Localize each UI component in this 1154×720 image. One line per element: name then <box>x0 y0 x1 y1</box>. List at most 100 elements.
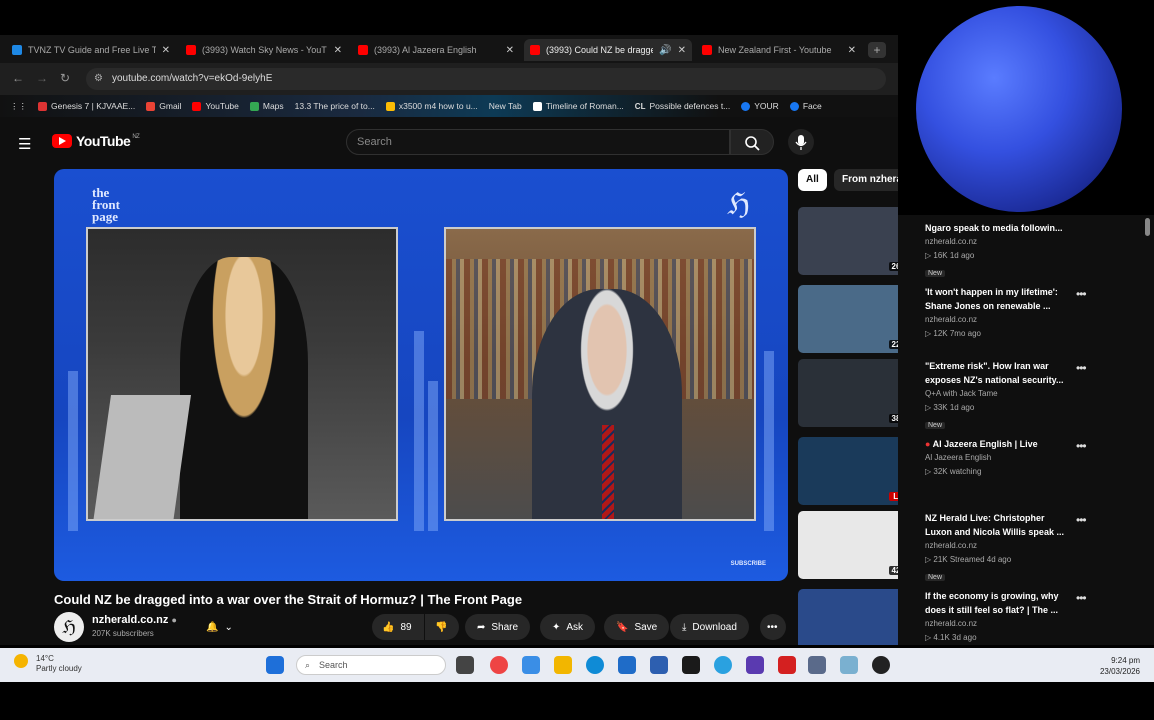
edge-icon[interactable] <box>586 656 604 674</box>
address-bar-row: ← → ↻ ⚙ youtube.com/watch?v=ekOd-9elyhE <box>0 63 898 95</box>
tab-tvnz[interactable]: TVNZ TV Guide and Free Live T ✕ <box>6 39 176 61</box>
app-icon[interactable] <box>872 656 890 674</box>
bookmark-item[interactable]: YOUR <box>741 101 779 111</box>
clock-date: 23/03/2026 <box>1099 667 1140 676</box>
chip-all[interactable]: All <box>798 169 827 191</box>
bookmark-item[interactable]: Maps <box>249 101 284 111</box>
share-button[interactable]: ➦ Share <box>465 614 531 640</box>
close-icon[interactable]: ✕ <box>506 45 514 56</box>
save-button[interactable]: 🔖 Save <box>604 614 670 640</box>
channel-avatar[interactable]: ℌ <box>54 612 84 642</box>
download-button[interactable]: ⤓ Download <box>670 614 749 640</box>
like-button[interactable]: 👍 89 <box>372 614 424 640</box>
voice-search-button[interactable] <box>788 129 814 155</box>
video-thumbnail[interactable] <box>798 589 898 645</box>
dislike-button[interactable]: 👎 <box>425 614 459 640</box>
channel-name-text: nzherald.co.nz <box>92 614 169 626</box>
ask-button[interactable]: ✦ Ask <box>540 614 596 640</box>
clock-time: 9:24 pm <box>1111 656 1140 665</box>
scrollbar[interactable] <box>1145 218 1150 236</box>
video-player[interactable]: the front page ℌ SUBSCRIBE <box>54 169 788 581</box>
mail-icon[interactable] <box>618 656 636 674</box>
related-item[interactable]: ● Al Jazeera English | Live Al Jazeera E… <box>925 437 1105 478</box>
store-icon[interactable] <box>650 656 668 674</box>
bookmarks-bar: ⋮⋮ Genesis 7 | KJVAAE... Gmail YouTube M… <box>0 95 898 117</box>
bookmark-item[interactable]: Timeline of Roman... <box>532 101 624 111</box>
related-channel[interactable]: nzherald.co.nz <box>925 313 1105 327</box>
screen: TVNZ TV Guide and Free Live T ✕ (3993) Wa… <box>0 0 1154 720</box>
bookmark-item[interactable]: Face <box>789 101 822 111</box>
video-thumbnail[interactable]: 22:58 <box>798 285 898 353</box>
windows-start-icon[interactable] <box>266 656 284 674</box>
tab-current-video[interactable]: (3993) Could NZ be dragge 🔊 ✕ <box>524 39 692 61</box>
close-icon[interactable]: ✕ <box>334 45 342 56</box>
speaker-icon[interactable]: 🔊 <box>659 45 671 56</box>
related-item[interactable]: NZ Herald Live: Christopher Luxon and Ni… <box>925 511 1105 584</box>
related-item[interactable]: If the economy is growing, why does it s… <box>925 589 1105 644</box>
video-duration: 42:46 <box>888 566 898 575</box>
new-tab-button[interactable]: + <box>868 42 886 58</box>
related-item[interactable]: 'It won't happen in my lifetime': Shane … <box>925 285 1105 340</box>
close-icon[interactable]: ✕ <box>848 45 856 56</box>
back-icon[interactable]: ← <box>12 71 24 85</box>
youtube-icon <box>192 101 202 111</box>
bookmark-item[interactable]: New Tab <box>489 101 522 111</box>
video-duration: 26:46 <box>888 262 898 271</box>
file-explorer-icon[interactable] <box>554 656 572 674</box>
forward-icon[interactable]: → <box>36 71 48 85</box>
bookmark-item[interactable]: x3500 m4 how to u... <box>385 101 478 111</box>
video-thumbnail[interactable]: LIVE <box>798 437 898 505</box>
tab-sky-news[interactable]: (3993) Watch Sky News - YouT ✕ <box>180 39 348 61</box>
tab-title: (3993) Watch Sky News - YouT <box>202 45 327 55</box>
related-channel[interactable]: nzherald.co.nz <box>925 539 1105 553</box>
tab-title: (3993) Could NZ be dragge <box>546 45 654 55</box>
channel-name[interactable]: nzherald.co.nz ● <box>92 614 177 626</box>
video-thumbnail[interactable]: 42:46 <box>798 511 898 579</box>
more-actions-button[interactable]: ••• <box>760 614 786 640</box>
terminal-icon[interactable] <box>682 656 700 674</box>
tab-nz-first[interactable]: New Zealand First - Youtube ✕ <box>696 39 862 61</box>
tab-al-jazeera[interactable]: (3993) Al Jazeera English ✕ <box>352 39 520 61</box>
related-channel[interactable]: Al Jazeera English <box>925 451 1105 465</box>
chrome-icon[interactable] <box>490 656 508 674</box>
app-icon[interactable] <box>746 656 764 674</box>
youtube-logo[interactable]: YouTube NZ <box>52 133 140 149</box>
reload-icon[interactable]: ↻ <box>60 71 70 85</box>
close-icon[interactable]: ✕ <box>678 45 686 56</box>
related-item[interactable]: "Extreme risk". How Iran war exposes NZ'… <box>925 359 1105 432</box>
bookmark-item[interactable]: 13.3 The price of to... <box>295 101 375 111</box>
search-button[interactable] <box>730 129 774 155</box>
presenter-frame <box>86 227 398 521</box>
video-thumbnail[interactable]: 38:57 <box>798 359 898 427</box>
system-clock[interactable]: 9:24 pm 23/03/2026 <box>1100 655 1140 677</box>
copilot-icon[interactable] <box>522 656 540 674</box>
video-thumbnail[interactable]: 26:46 <box>798 207 898 275</box>
chevron-down-icon: ⌄ <box>224 621 233 633</box>
related-item[interactable]: Ngaro speak to media followin... nzheral… <box>925 221 1105 280</box>
app-icon[interactable] <box>840 656 858 674</box>
sparkle-icon: ✦ <box>552 621 561 633</box>
search-input[interactable]: Search <box>346 129 730 155</box>
related-channel[interactable]: nzherald.co.nz <box>925 617 1105 631</box>
site-info-icon[interactable]: ⚙ <box>94 68 103 90</box>
taskbar-search[interactable]: ⌕ Search <box>296 655 446 675</box>
task-view-icon[interactable] <box>456 656 474 674</box>
telegram-icon[interactable] <box>714 656 732 674</box>
chip-from-channel[interactable]: From nzhera <box>834 169 898 191</box>
app-icon[interactable] <box>778 656 796 674</box>
bookmark-item[interactable]: Gmail <box>146 101 181 111</box>
url-field[interactable]: ⚙ youtube.com/watch?v=ekOd-9elyhE <box>86 68 886 90</box>
related-channel[interactable]: Q+A with Jack Tame <box>925 387 1105 401</box>
weather-widget[interactable]: 14°C Partly cloudy <box>14 654 82 674</box>
bookmark-item[interactable]: CL Possible defences t... <box>635 101 730 111</box>
bookmark-item[interactable]: YouTube <box>192 101 239 111</box>
apps-icon[interactable]: ⋮⋮ <box>10 101 27 112</box>
game-icon[interactable] <box>808 656 826 674</box>
new-badge: New <box>925 270 946 277</box>
related-channel[interactable]: nzherald.co.nz <box>925 235 1105 249</box>
close-icon[interactable]: ✕ <box>162 45 170 56</box>
menu-icon[interactable]: ☰ <box>18 135 31 153</box>
subscribe-overlay[interactable]: SUBSCRIBE <box>731 561 766 567</box>
notifications-button[interactable]: 🔔 ⌄ <box>194 614 245 640</box>
bookmark-item[interactable]: Genesis 7 | KJVAAE... <box>38 101 135 111</box>
